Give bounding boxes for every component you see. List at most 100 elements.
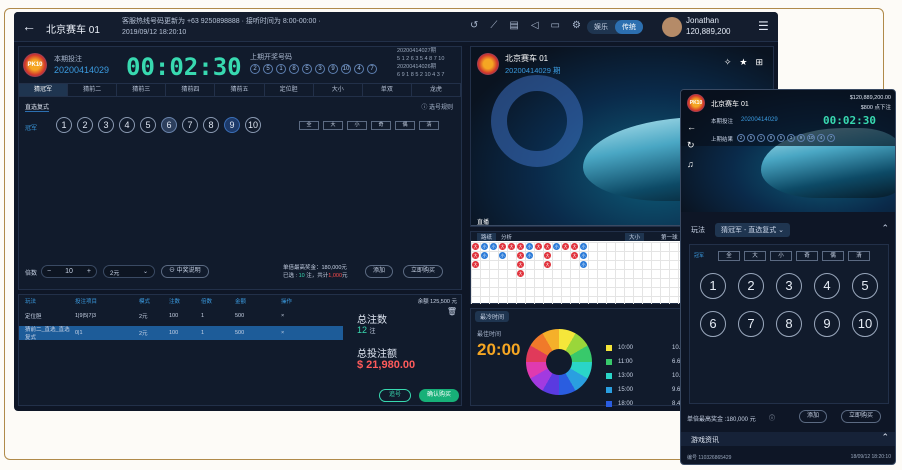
plus-icon[interactable]: + (87, 268, 91, 275)
history-issue-2: 20200414026期 (397, 64, 437, 70)
table-row[interactable]: 猜前二_直选_直选复式 0|1 2元 100 1 500 × (19, 326, 343, 341)
minus-icon[interactable]: − (47, 268, 51, 275)
user-balance: 120,889,200 (686, 27, 731, 36)
filter-button[interactable]: 全 (299, 121, 319, 130)
mobile-number-ball[interactable]: 3 (776, 273, 802, 299)
prize-info-button[interactable]: ⊖ 中奖说明 (161, 265, 209, 278)
menu-icon[interactable]: ☰ (758, 19, 769, 33)
mobile-filter-button[interactable]: 全 (718, 251, 740, 261)
sound-icon[interactable]: ◁ (531, 20, 539, 31)
mobile-number-ball[interactable]: 4 (814, 273, 840, 299)
tab-1[interactable]: 猜冠军 (19, 84, 69, 96)
tab-5[interactable]: 猜前五 (215, 84, 265, 96)
avatar[interactable] (662, 17, 682, 37)
chase-button[interactable]: 追号 (379, 389, 411, 402)
trend-select[interactable]: 大小 (625, 233, 645, 241)
mobile-status: 编号 110326865429 18/09/12 18:20:10 (681, 452, 895, 464)
filter-button[interactable]: 大 (323, 121, 343, 130)
tab-7[interactable]: 大小 (314, 84, 363, 96)
filter-button[interactable]: 小 (347, 121, 367, 130)
mobile-number-ball[interactable]: 2 (738, 273, 764, 299)
info-icon[interactable]: ⓘ (769, 413, 775, 422)
tab-4[interactable]: 猜前四 (166, 84, 216, 96)
mobile-filter-button[interactable]: 大 (744, 251, 766, 261)
number-ball[interactable]: 4 (119, 117, 135, 133)
mobile-info-bar[interactable]: 游戏资讯 ⌃ (681, 432, 895, 446)
sound-icon[interactable]: ♫ (687, 159, 696, 169)
close-icon[interactable]: × (281, 330, 341, 336)
mobile-number-ball[interactable]: 9 (814, 311, 840, 337)
mobile-issue: 20200414029 (741, 117, 778, 123)
tab-8[interactable]: 单双 (363, 84, 412, 96)
filter-button[interactable]: 清 (419, 121, 439, 130)
number-ball[interactable]: 6 (161, 117, 177, 133)
mode-toggle[interactable]: 娱乐 传统 (587, 20, 643, 34)
mobile-play-select[interactable]: 猜冠军 - 直选复式 ⌄ (715, 223, 791, 237)
mobile-filter-button[interactable]: 奇 (796, 251, 818, 261)
number-ball[interactable]: 7 (182, 117, 198, 133)
popout-icon[interactable]: ✧ (724, 57, 732, 68)
number-ball[interactable]: 9 (224, 117, 240, 133)
mobile-add-button[interactable]: 添加 (799, 410, 828, 423)
settings-icon[interactable]: ⚙ (572, 20, 581, 31)
filter-button[interactable]: 奇 (371, 121, 391, 130)
mobile-balance: $120,889,200.00 (849, 95, 891, 101)
sub-play-label[interactable]: 直选复式 (25, 102, 50, 112)
mobile-number-ball[interactable]: 5 (852, 273, 878, 299)
mode-entertainment[interactable]: 娱乐 (587, 20, 615, 34)
back-arrow-icon[interactable]: ← (687, 122, 696, 132)
legend-item: 10:0010.98% (606, 341, 692, 355)
tab-2[interactable]: 猜前二 (68, 84, 118, 96)
mobile-video[interactable]: PK10 北京赛车 01 $120,889,200.00 $800 点下注 本期… (681, 90, 895, 212)
number-ball[interactable]: 3 (98, 117, 114, 133)
close-icon[interactable]: × (281, 313, 341, 319)
unit-select[interactable]: 2元 ⌄ (103, 265, 155, 278)
mobile-play-row: 玩法 猜冠军 - 直选复式 ⌄ ⌃ (681, 222, 895, 237)
number-ball[interactable]: 2 (77, 117, 93, 133)
video-icon[interactable]: ▭ (551, 20, 560, 31)
chevron-up-icon[interactable]: ⌃ (881, 223, 889, 234)
chevron-up-icon[interactable]: ⌃ (881, 432, 889, 443)
number-ball[interactable]: 10 (245, 117, 261, 133)
mobile-number-ball[interactable]: 8 (776, 311, 802, 337)
number-ball[interactable]: 5 (140, 117, 156, 133)
trend-tab-road[interactable]: 路纸 (477, 233, 497, 241)
video-logo (477, 53, 499, 75)
number-ball[interactable]: 8 (203, 117, 219, 133)
number-ball[interactable]: 1 (56, 117, 72, 133)
confirm-button[interactable]: 确认购买 (419, 389, 459, 402)
user-name: Jonathan (686, 16, 719, 25)
mobile-number-ball[interactable]: 7 (738, 311, 764, 337)
stats-select[interactable]: 最冷时间 (475, 311, 510, 322)
back-arrow-icon[interactable]: ← (22, 18, 36, 34)
buy-now-button[interactable]: 立即购买 (403, 265, 444, 278)
mobile-filter-button[interactable]: 小 (770, 251, 792, 261)
add-button[interactable]: 添加 (365, 265, 394, 278)
grid-icon[interactable]: ⊞ (755, 57, 763, 68)
rule-link[interactable]: ⓘ 选号规则 (421, 102, 453, 111)
mobile-number-ball[interactable]: 1 (700, 273, 726, 299)
trend-dot: 小 (490, 243, 497, 250)
history-icon[interactable]: ↺ (470, 20, 478, 31)
mobile-number-ball[interactable]: 6 (700, 311, 726, 337)
table-row[interactable]: 定位胆 1|9|5|7|3 2元 100 1 500 × (19, 309, 343, 323)
trend-tab-analysis[interactable]: 分析 (501, 233, 512, 241)
refresh-icon[interactable]: ↻ (687, 140, 696, 151)
star-icon[interactable]: ★ (739, 57, 747, 68)
trend-page-1[interactable]: 第一球 (661, 233, 678, 241)
multiplier-value[interactable]: 10 (65, 268, 73, 275)
tab-9[interactable]: 龙虎 (412, 84, 461, 96)
mobile-buy-button[interactable]: 立即购买 (841, 410, 882, 423)
legend-item: 11:006.62% (606, 355, 689, 369)
filter-button[interactable]: 偶 (395, 121, 415, 130)
mode-traditional[interactable]: 传统 (615, 20, 643, 34)
tab-6[interactable]: 定位胆 (265, 84, 314, 96)
mobile-filter-button[interactable]: 偶 (822, 251, 844, 261)
multiplier-stepper[interactable]: − 10 + (41, 265, 97, 278)
tab-3[interactable]: 猜前三 (117, 84, 167, 96)
mobile-filter-button[interactable]: 清 (848, 251, 870, 261)
document-icon[interactable]: ▤ (509, 20, 518, 31)
chart-icon[interactable]: ⟋ (490, 20, 497, 31)
trash-icon[interactable]: 🗑 (447, 307, 457, 316)
mobile-number-ball[interactable]: 10 (852, 311, 878, 337)
